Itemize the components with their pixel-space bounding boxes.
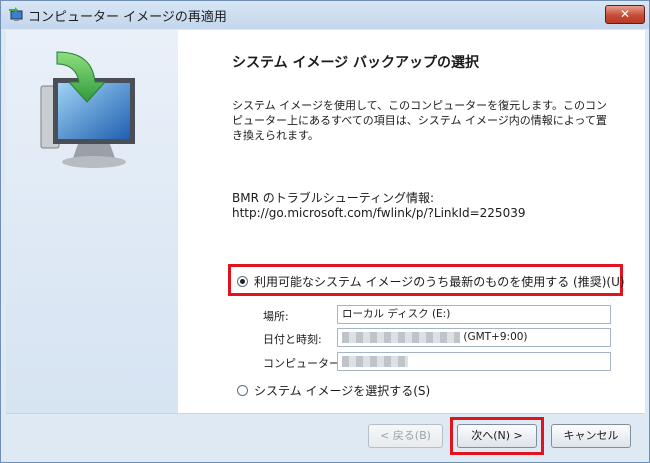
- backup-restore-icon: [9, 7, 23, 21]
- location-label: 場所:: [263, 310, 289, 323]
- latest-image-radio[interactable]: [237, 276, 248, 287]
- computer-label: コンピューター:: [263, 357, 344, 370]
- back-button[interactable]: < 戻る(B): [368, 424, 443, 448]
- datetime-value: (GMT+9:00): [463, 331, 528, 343]
- location-field: ローカル ディスク (E:): [337, 305, 611, 324]
- footer-divider: [6, 413, 644, 414]
- latest-image-label[interactable]: 利用可能なシステム イメージのうち最新のものを使用する (推奨)(U): [254, 273, 625, 290]
- page-description: システム イメージを使用して、このコンピューターを復元します。このコンピューター…: [232, 99, 607, 142]
- datetime-field: (GMT+9:00): [337, 328, 611, 347]
- datetime-label: 日付と時刻:: [263, 333, 322, 346]
- close-button[interactable]: ✕: [605, 5, 645, 24]
- bmr-info-url: http://go.microsoft.com/fwlink/p/?LinkId…: [232, 206, 526, 220]
- restore-wizard-window: コンピューター イメージの再適用 ✕ システム イメージ バックアップの選択 シ…: [0, 0, 650, 463]
- title-bar: コンピューター イメージの再適用 ✕: [1, 1, 649, 29]
- cancel-button[interactable]: キャンセル: [551, 424, 631, 448]
- page-heading: システム イメージ バックアップの選択: [232, 55, 480, 71]
- select-image-label[interactable]: システム イメージを選択する(S): [254, 382, 430, 399]
- close-icon: ✕: [619, 7, 631, 21]
- redacted-date: [342, 331, 460, 343]
- window-title: コンピューター イメージの再適用: [28, 10, 227, 25]
- computer-field: [337, 352, 611, 371]
- bmr-info-label: BMR のトラブルシューティング情報:: [232, 191, 435, 205]
- select-image-radio[interactable]: [237, 385, 248, 396]
- redacted-computer-name: [342, 355, 408, 367]
- location-value: ローカル ディスク (E:): [342, 308, 451, 320]
- next-button[interactable]: 次へ(N) >: [457, 424, 537, 448]
- computer-restore-icon: [40, 51, 135, 168]
- radio-selected-dot: [240, 279, 245, 284]
